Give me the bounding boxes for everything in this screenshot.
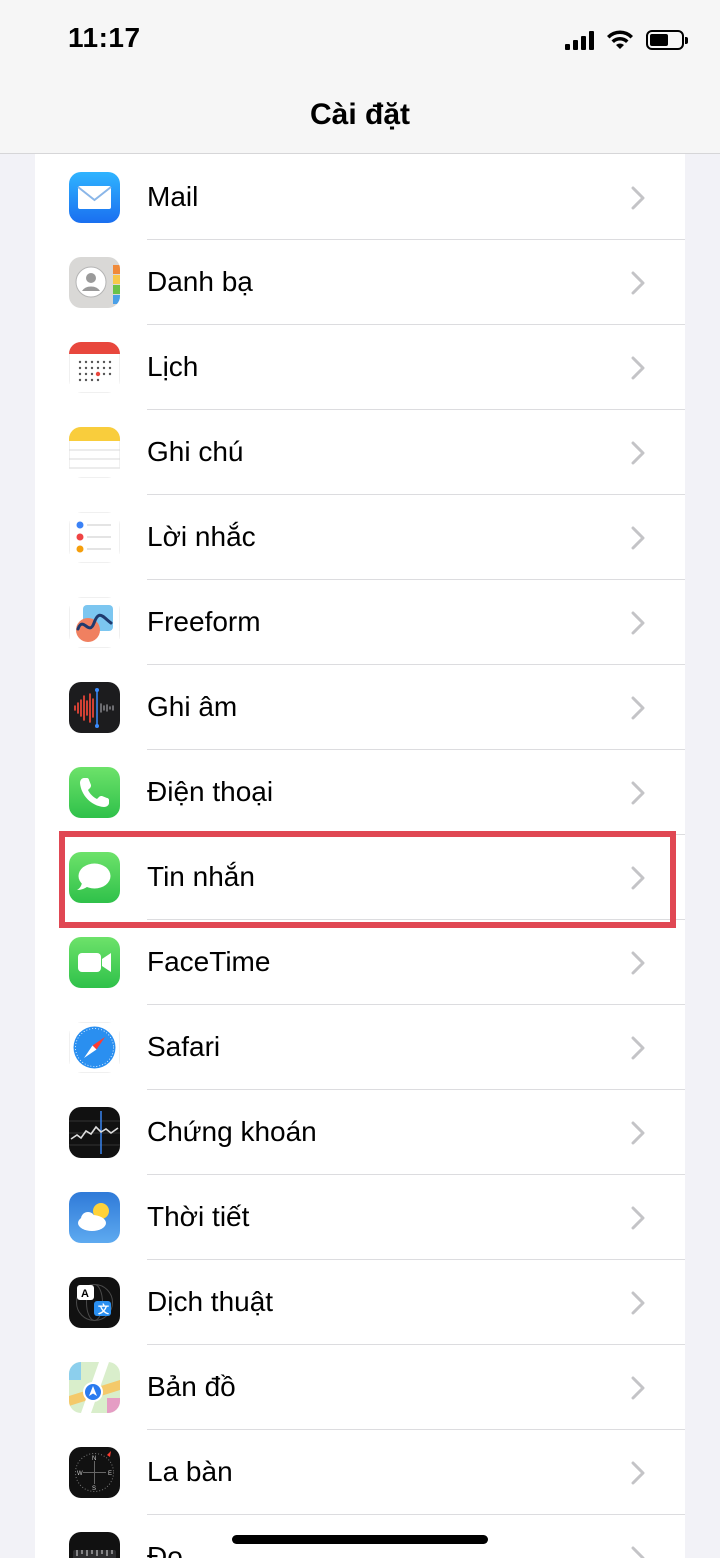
- navigation-bar: Cài đặt: [0, 80, 720, 154]
- settings-item-label: Mail: [147, 181, 199, 212]
- settings-item-mail[interactable]: Mail: [35, 155, 685, 240]
- highlight-box: [59, 831, 676, 928]
- stocks-icon: [69, 1107, 120, 1158]
- settings-item-weather[interactable]: Thời tiết: [35, 1175, 685, 1260]
- chevron-right-icon: [631, 696, 645, 720]
- settings-item-label: Đo: [147, 1541, 183, 1558]
- chevron-right-icon: [631, 1121, 645, 1145]
- wifi-icon: [607, 30, 633, 49]
- chevron-right-icon: [631, 1291, 645, 1315]
- settings-item-facetime[interactable]: FaceTime: [35, 920, 685, 1005]
- settings-item-phone[interactable]: Điện thoại: [35, 750, 685, 835]
- svg-text:E: E: [108, 1471, 112, 1477]
- reminders-icon: [69, 512, 120, 563]
- settings-item-label: Danh bạ: [147, 266, 253, 297]
- notes-icon: [69, 427, 120, 478]
- settings-item-label: FaceTime: [147, 946, 271, 977]
- chevron-right-icon: [631, 356, 645, 380]
- settings-item-reminders[interactable]: Lời nhắc: [35, 495, 685, 580]
- chevron-right-icon: [631, 951, 645, 975]
- chevron-right-icon: [631, 271, 645, 295]
- settings-item-label: La bàn: [147, 1456, 233, 1487]
- settings-item-label: Chứng khoán: [147, 1116, 317, 1147]
- freeform-icon: [69, 597, 120, 648]
- svg-text:W: W: [77, 1471, 83, 1477]
- settings-item-label: Ghi chú: [147, 436, 244, 467]
- settings-item-voice-memos[interactable]: Ghi âm: [35, 665, 685, 750]
- chevron-right-icon: [631, 1461, 645, 1485]
- settings-item-safari[interactable]: Safari: [35, 1005, 685, 1090]
- chevron-right-icon: [631, 441, 645, 465]
- translate-icon: A 文: [69, 1277, 120, 1328]
- svg-text:S: S: [92, 1486, 96, 1492]
- settings-item-label: Lịch: [147, 351, 199, 382]
- settings-item-calendar[interactable]: Lịch: [35, 325, 685, 410]
- settings-item-label: Safari: [147, 1031, 221, 1062]
- svg-text:文: 文: [98, 1302, 110, 1316]
- status-time: 11:17: [68, 22, 141, 53]
- settings-item-freeform[interactable]: Freeform: [35, 580, 685, 665]
- settings-item-label: Ghi âm: [147, 691, 238, 722]
- page-title: Cài đặt: [309, 98, 411, 131]
- home-indicator[interactable]: [232, 1535, 488, 1544]
- svg-text:N: N: [92, 1456, 96, 1462]
- status-icons: [565, 26, 688, 54]
- measure-icon: [69, 1532, 120, 1558]
- settings-item-label: Freeform: [147, 606, 261, 637]
- chevron-right-icon: [631, 1376, 645, 1400]
- settings-item-label: Điện thoại: [147, 776, 274, 807]
- cellular-signal-icon: [565, 30, 594, 50]
- calendar-icon: [69, 342, 120, 393]
- chevron-right-icon: [631, 781, 645, 805]
- settings-item-label: Bản đồ: [147, 1371, 236, 1402]
- weather-icon: [69, 1192, 120, 1243]
- chevron-right-icon: [631, 526, 645, 550]
- compass-icon: N S W E: [69, 1447, 120, 1498]
- facetime-icon: [69, 937, 120, 988]
- contacts-icon: [69, 257, 120, 308]
- chevron-right-icon: [631, 611, 645, 635]
- settings-item-maps[interactable]: Bản đồ: [35, 1345, 685, 1430]
- settings-item-label: Thời tiết: [147, 1201, 250, 1232]
- chevron-right-icon: [631, 186, 645, 210]
- settings-item-label: Dịch thuật: [147, 1286, 274, 1317]
- settings-item-notes[interactable]: Ghi chú: [35, 410, 685, 495]
- chevron-right-icon: [631, 1036, 645, 1060]
- mail-icon: [69, 172, 120, 223]
- settings-item-compass[interactable]: N S W E La bàn: [35, 1430, 685, 1515]
- settings-item-label: Lời nhắc: [147, 521, 256, 552]
- phone-icon: [69, 767, 120, 818]
- battery-icon: [646, 30, 688, 50]
- status-bar: 11:17: [0, 0, 720, 80]
- settings-item-translate[interactable]: A 文 Dịch thuật: [35, 1260, 685, 1345]
- chevron-right-icon: [631, 1546, 645, 1558]
- maps-icon: [69, 1362, 120, 1413]
- svg-text:A: A: [81, 1288, 89, 1300]
- chevron-right-icon: [631, 1206, 645, 1230]
- safari-icon: [69, 1022, 120, 1073]
- settings-item-stocks[interactable]: Chứng khoán: [35, 1090, 685, 1175]
- settings-item-contacts[interactable]: Danh bạ: [35, 240, 685, 325]
- voice-memos-icon: [69, 682, 120, 733]
